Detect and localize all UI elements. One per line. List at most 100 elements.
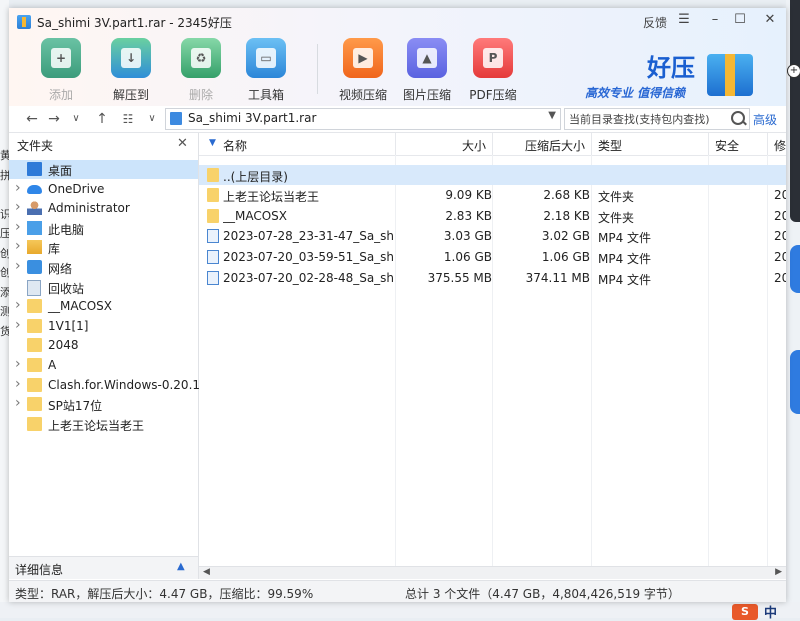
image-compress-label: 图片压缩 [402,88,451,102]
tree-item-label: 上老王论坛当老王 [48,418,145,433]
tree-item[interactable]: › 网络 [9,258,198,277]
net-icon [27,260,42,274]
folder-icon [207,168,219,182]
file-modified-cell: 20 [774,270,786,285]
up-level-button[interactable]: ↑ [93,110,111,128]
back-button[interactable]: ← [23,110,41,128]
tree-item[interactable]: 2048 [9,336,198,355]
tree-item[interactable]: › 此电脑 [9,219,198,238]
tree-item[interactable]: 回收站 [9,278,198,297]
folder-icon [27,397,42,412]
parent-directory-label: ..(上层目录) [223,170,288,184]
tree-item[interactable]: › SP站17位 [9,395,198,414]
file-modified-cell: 20 [774,250,786,265]
chevron-right-icon[interactable]: › [15,356,21,372]
file-list: ▼ 名称 大小 压缩后大小 类型 安全 修 ..(上层目录) 上老王论坛当老王 9… [199,133,786,579]
column-header-security[interactable]: 安全 [709,133,768,155]
path-field[interactable]: Sa_shimi 3V.part1.rar ▼ [165,108,561,130]
chevron-right-icon[interactable]: › [15,317,21,333]
file-row[interactable]: __MACOSX 2.83 KB 2.18 KB 文件夹 20 [199,206,786,226]
menu-button[interactable]: ☰ [677,12,691,28]
file-row[interactable]: 2023-07-28_23-31-47_Sa_shi... 3.03 GB 3.02… [199,226,786,246]
file-packed-cell: 2.68 KB [543,188,590,202]
window-title: Sa_shimi 3V.part1.rar - 2345好压 [37,16,232,30]
tree-item[interactable]: › Administrator [9,199,198,218]
delete-button[interactable]: ♻ 删除 [171,38,231,103]
details-panel-toggle[interactable]: 详细信息 ▲ [9,556,199,579]
column-header-type[interactable]: 类型 [592,133,709,155]
chevron-right-icon[interactable]: › [15,180,21,196]
toolbox-button[interactable]: ▭ 工具箱 [236,38,296,103]
chevron-right-icon[interactable]: › [15,258,21,274]
tree-item[interactable]: 桌面 [9,160,198,179]
view-mode-dropdown-icon[interactable]: ∨ [143,110,161,128]
chevron-right-icon[interactable]: › [15,376,21,392]
horizontal-scrollbar[interactable]: ◀ ▶ [199,566,786,579]
video-compress-button[interactable]: ▶ 视频压缩 [333,38,393,103]
column-header-modified[interactable]: 修 [768,133,786,155]
tree-item[interactable]: › OneDrive [9,180,198,199]
search-input[interactable] [565,109,733,129]
forward-button[interactable]: → [45,110,63,128]
chevron-right-icon[interactable]: › [15,199,21,215]
column-header-packed[interactable]: 压缩后大小 [493,133,592,155]
file-packed-cell: 374.11 MB [525,270,590,285]
scroll-right-icon[interactable]: ▶ [775,567,782,577]
tree-item[interactable]: › Clash.for.Windows-0.20.16 [9,376,208,395]
folder-pane-header: 文件夹 ✕ [9,133,198,155]
brand-logo: 好压 高效专业 值得信赖 [585,46,781,104]
archive-box-icon [707,54,753,96]
parent-directory-row[interactable]: ..(上层目录) [199,165,786,185]
chevron-right-icon[interactable]: › [15,219,21,235]
search-icon[interactable] [731,111,745,125]
chevron-right-icon[interactable]: › [15,395,21,411]
view-mode-button[interactable]: ☷ [119,110,137,128]
minimize-button[interactable]: – [708,12,722,28]
history-dropdown-button[interactable]: ∨ [67,110,85,128]
file-type-cell: MP4 文件 [598,231,652,246]
search-field[interactable] [564,108,750,130]
column-header-size[interactable]: 大小 [396,133,493,155]
file-name-cell: 上老王论坛当老王 [223,190,320,204]
scroll-left-icon[interactable]: ◀ [203,567,210,577]
extract-button[interactable]: ↓ 解压到 [101,38,161,103]
tree-item[interactable]: › A [9,356,198,375]
file-row[interactable]: 上老王论坛当老王 9.09 KB 2.68 KB 文件夹 20 [199,185,786,205]
file-row[interactable]: 2023-07-20_03-59-51_Sa_shi... 1.06 GB 1.06… [199,247,786,267]
tree-item[interactable]: 上老王论坛当老王 [9,415,198,434]
tree-item[interactable]: › __MACOSX [9,297,198,316]
minimize-icon: – [711,12,719,27]
tree-item-label: A [48,358,57,372]
title-bar[interactable]: Sa_shimi 3V.part1.rar - 2345好压 反馈 ☰ – ☐ … [9,8,786,36]
brand-name: 好压 [647,53,695,82]
add-archive-icon: + [41,38,81,78]
path-dropdown-icon[interactable]: ▼ [548,110,556,121]
close-button[interactable]: ✕ [763,12,777,28]
maximize-button[interactable]: ☐ [733,12,747,28]
close-pane-icon[interactable]: ✕ [177,136,188,151]
add-label: 添加 [48,88,73,102]
pdf-compress-button[interactable]: P PDF压缩 [463,38,523,103]
column-name-label: 名称 [223,139,248,153]
column-header-name[interactable]: ▼ 名称 [199,133,396,155]
file-modified-cell: 20 [774,208,786,223]
tree-item[interactable]: › 1V1[1] [9,317,198,336]
chevron-right-icon[interactable]: › [15,238,21,254]
add-button[interactable]: + 添加 [31,38,91,103]
ime-mode-label[interactable]: 中 [764,602,777,621]
file-size-cell: 2.83 KB [445,208,492,223]
advanced-search-link[interactable]: 高级 [753,111,777,128]
archive-window: Sa_shimi 3V.part1.rar - 2345好压 反馈 ☰ – ☐ … [9,8,786,602]
user-icon [27,201,42,216]
tree-item[interactable]: › 库 [9,238,198,257]
image-compress-button[interactable]: ▲ 图片压缩 [397,38,457,103]
file-size-cell: 1.06 GB [443,250,492,265]
tree-item-label: 1V1[1] [48,318,89,333]
feedback-button[interactable]: 反馈 [643,14,667,31]
file-size-cell: 375.55 MB [427,270,492,285]
chevron-right-icon[interactable]: › [15,297,21,313]
file-type-cell: 文件夹 [598,210,635,225]
tree-item-label: SP站17位 [48,399,103,414]
file-row[interactable]: 2023-07-20_02-28-48_Sa_shi... 375.55 MB 37… [199,268,786,288]
chevron-up-icon[interactable]: ▲ [177,561,185,572]
